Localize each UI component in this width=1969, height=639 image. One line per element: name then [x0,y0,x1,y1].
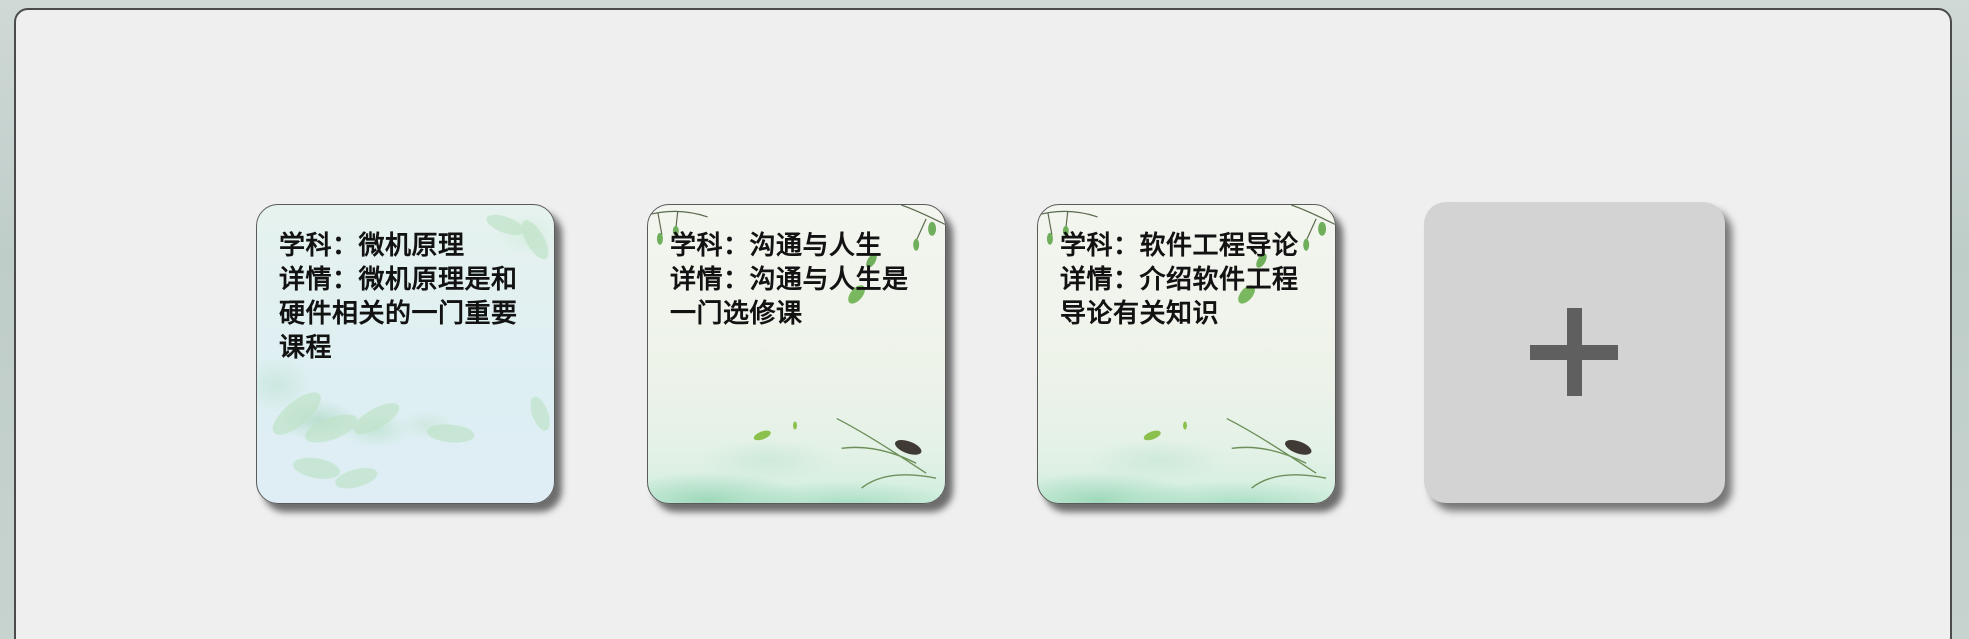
course-subject: 学科：软件工程导论 [1060,231,1299,261]
course-subject: 学科：沟通与人生 [670,231,883,261]
course-detail: 详情：沟通与人生是一门选修课 [670,265,909,329]
course-card-microcomputer[interactable]: 学科：微机原理 详情：微机原理是和硬件相关的一门重要课程 [256,204,555,504]
course-card-software-engineering[interactable]: 学科：软件工程导论 详情：介绍软件工程导论有关知识 [1037,204,1336,504]
course-card-text: 学科：微机原理 详情：微机原理是和硬件相关的一门重要课程 [279,229,542,365]
plus-icon [1530,308,1618,396]
course-card-communication[interactable]: 学科：沟通与人生 详情：沟通与人生是一门选修课 [647,204,946,504]
add-course-button[interactable] [1424,202,1725,503]
course-card-text: 学科：沟通与人生 详情：沟通与人生是一门选修课 [670,229,933,331]
course-subject: 学科：微机原理 [279,231,465,261]
course-detail: 详情：介绍软件工程导论有关知识 [1060,265,1299,329]
course-card-text: 学科：软件工程导论 详情：介绍软件工程导论有关知识 [1060,229,1323,331]
plus-icon-vertical-bar [1567,308,1582,396]
course-detail: 详情：微机原理是和硬件相关的一门重要课程 [279,265,518,363]
